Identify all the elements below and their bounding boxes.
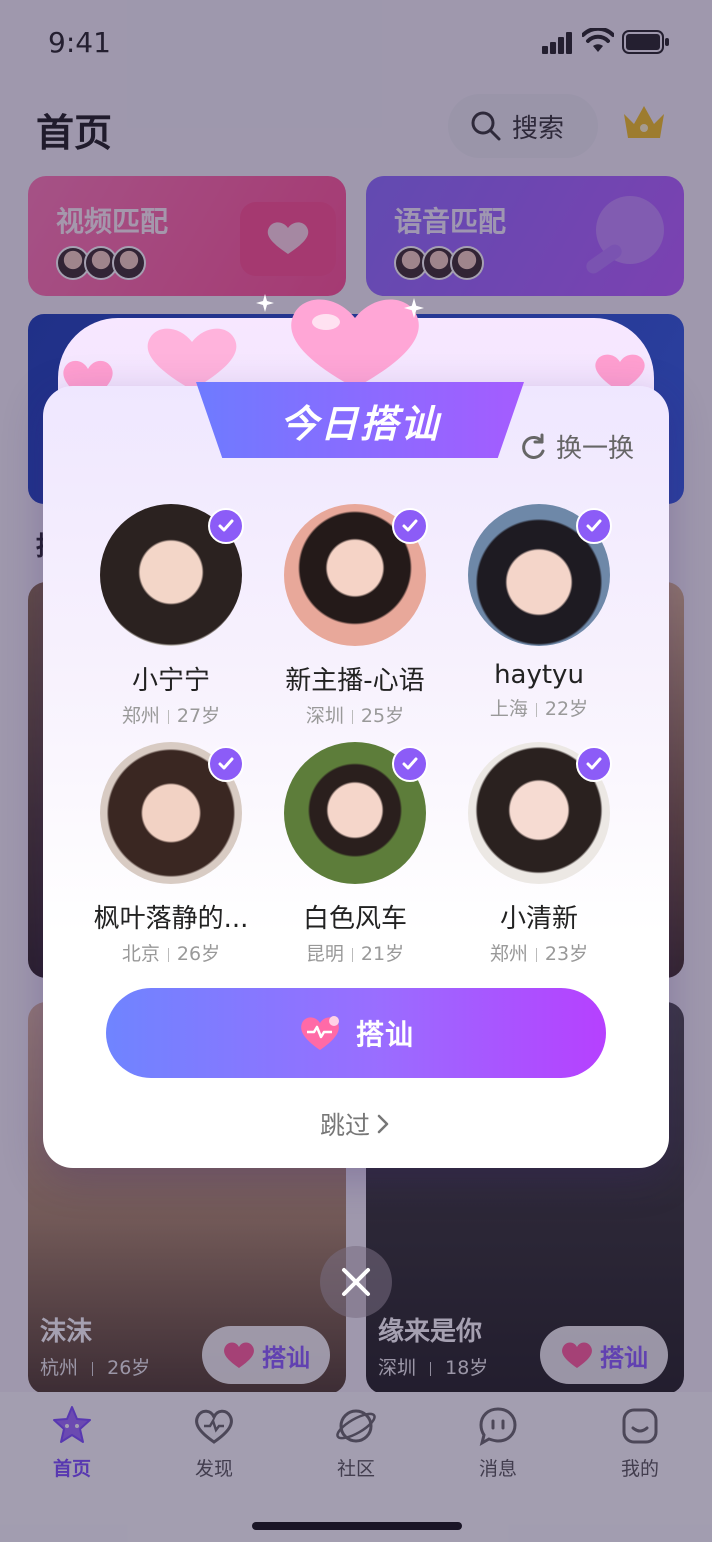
sparkle-icon [256, 294, 274, 312]
candidate-city: 深圳 [305, 705, 344, 727]
candidate-city: 北京 [121, 943, 160, 965]
selected-check-icon[interactable] [392, 508, 428, 544]
candidate-card[interactable]: 新主播-心语 深圳 25岁 [270, 504, 440, 728]
candidate-city: 郑州 [489, 943, 528, 965]
skip-label: 跳过 [320, 1111, 371, 1140]
candidate-card[interactable]: 小清新 郑州 23岁 [454, 742, 624, 966]
candidate-card[interactable]: haytyu 上海 22岁 [454, 504, 624, 721]
greet-all-label: 搭讪 [355, 1018, 414, 1051]
divider [351, 947, 353, 962]
refresh-icon [522, 433, 545, 459]
heart-pulse-icon [301, 1016, 339, 1050]
modal-title-ribbon: 今日搭讪 [196, 382, 524, 458]
candidate-age: 25岁 [360, 705, 405, 727]
candidate-meta: 昆明 21岁 [270, 939, 440, 966]
candidate-name: 小清新 [499, 904, 578, 934]
skip-button[interactable]: 跳过 [320, 1106, 390, 1142]
refresh-label: 换一换 [556, 434, 635, 464]
selected-check-icon[interactable] [208, 508, 244, 544]
selected-check-icon[interactable] [392, 746, 428, 782]
candidate-age: 27岁 [176, 705, 221, 727]
candidate-age: 22岁 [544, 698, 589, 720]
greet-all-button[interactable]: 搭讪 [106, 988, 606, 1078]
candidate-name: 白色风车 [302, 904, 407, 934]
candidate-name: 枫叶落静的... [93, 904, 249, 934]
selected-check-icon[interactable] [208, 746, 244, 782]
candidate-card[interactable]: 枫叶落静的... 北京 26岁 [86, 742, 256, 966]
candidate-meta: 郑州 23岁 [454, 939, 624, 966]
candidate-age: 23岁 [544, 943, 589, 965]
candidate-meta: 北京 26岁 [86, 939, 256, 966]
divider [351, 709, 353, 724]
divider [535, 702, 537, 717]
candidate-age: 26岁 [176, 943, 221, 965]
candidate-name: 新主播-心语 [285, 666, 425, 696]
candidate-card[interactable]: 白色风车 昆明 21岁 [270, 742, 440, 966]
candidate-city: 郑州 [121, 705, 160, 727]
candidate-card[interactable]: 小宁宁 郑州 27岁 [86, 504, 256, 728]
divider [167, 709, 169, 724]
modal-title: 今日搭讪 [279, 401, 440, 446]
candidate-meta: 上海 22岁 [454, 694, 624, 721]
divider [535, 947, 537, 962]
candidate-age: 21岁 [360, 943, 405, 965]
chevron-right-icon [377, 1114, 389, 1134]
sparkle-icon [404, 298, 424, 318]
candidate-city: 昆明 [305, 943, 344, 965]
refresh-button[interactable]: 换一换 [518, 428, 634, 465]
candidate-name: 小宁宁 [131, 666, 210, 696]
candidate-city: 上海 [489, 698, 528, 720]
candidate-meta: 深圳 25岁 [270, 701, 440, 728]
candidate-meta: 郑州 27岁 [86, 701, 256, 728]
selected-check-icon[interactable] [576, 508, 612, 544]
divider [167, 947, 169, 962]
candidate-name: haytyu [494, 660, 584, 690]
selected-check-icon[interactable] [576, 746, 612, 782]
close-icon [342, 1268, 370, 1296]
close-button[interactable] [320, 1246, 392, 1318]
